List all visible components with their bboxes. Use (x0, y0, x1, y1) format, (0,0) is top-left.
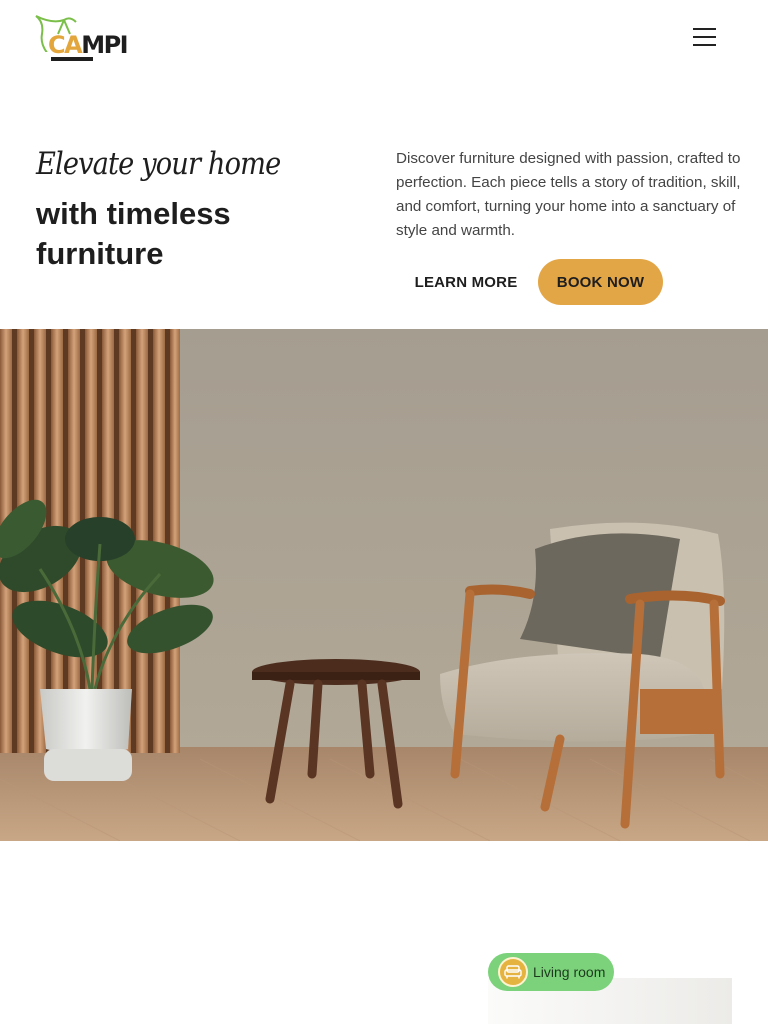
logo-wordmark: CAMPI (48, 31, 129, 59)
menu-bar (693, 44, 716, 46)
menu-bar (693, 36, 716, 38)
menu-bar (693, 28, 716, 30)
category-badge-living-room[interactable]: Living room (488, 953, 614, 991)
logo-underline (51, 57, 93, 61)
living-room-scene (0, 329, 768, 841)
sofa-icon (498, 957, 528, 987)
hero-title: with timeless furniture (36, 196, 231, 271)
category-badge-label: Living room (533, 964, 606, 980)
logo-text-mpi: MPI (81, 31, 128, 59)
book-now-button[interactable]: BOOK NOW (538, 259, 663, 305)
hero-script-heading: Elevate your home (36, 146, 281, 182)
site-header: CAMPI (0, 0, 768, 80)
hero-description: Discover furniture designed with passion… (396, 150, 741, 239)
campi-logo[interactable]: CAMPI (34, 12, 144, 64)
learn-more-button[interactable]: LEARN MORE (396, 259, 536, 305)
hamburger-menu-icon[interactable] (690, 24, 720, 50)
logo-text-ca: CA (48, 31, 83, 59)
hero-image (0, 329, 768, 841)
